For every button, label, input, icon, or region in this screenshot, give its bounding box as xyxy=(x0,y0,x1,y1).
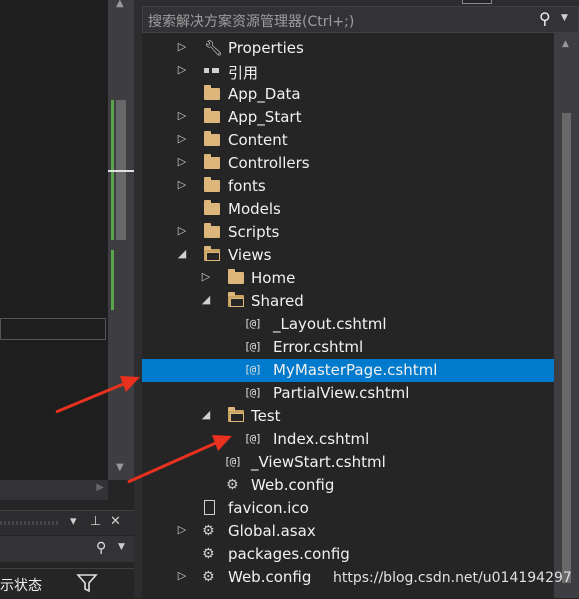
arrow-to-index xyxy=(127,435,232,484)
arrow-to-mymasterpage xyxy=(55,376,140,414)
annotation-arrows xyxy=(55,376,232,484)
